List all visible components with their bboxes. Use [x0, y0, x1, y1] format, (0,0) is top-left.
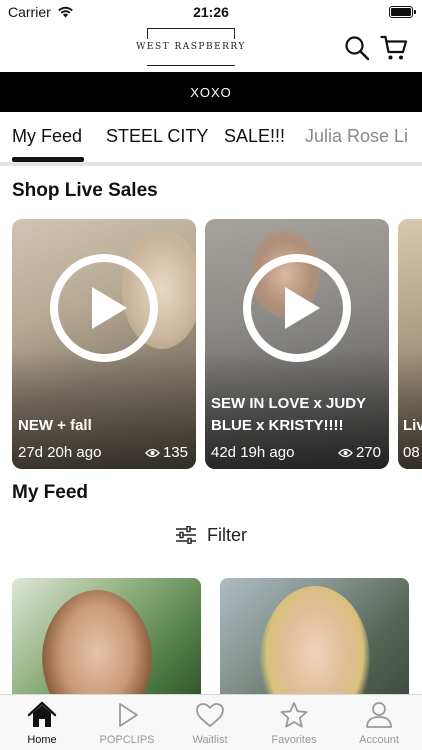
tabbar-account[interactable]: Account	[337, 701, 421, 746]
live-sale-card[interactable]: SEW IN LOVE x JUDY BLUE x KRISTY!!!! 42d…	[205, 219, 389, 469]
eye-icon	[338, 448, 353, 457]
live-sale-title: NEW + fall	[18, 417, 92, 434]
feed-product-card[interactable]	[220, 578, 409, 708]
tabbar-label: Home	[27, 734, 57, 746]
feed-product-card[interactable]	[12, 578, 201, 708]
app-header: WEST RASPBERRY	[0, 26, 422, 72]
tabbar-popclips[interactable]: POPCLIPS	[85, 701, 169, 746]
search-icon[interactable]	[343, 34, 371, 62]
star-icon	[280, 702, 308, 728]
live-sale-card[interactable]: NEW + fall 27d 20h ago 135	[12, 219, 196, 469]
filter-label: Filter	[207, 524, 247, 545]
tabbar-label: Account	[359, 734, 399, 746]
sliders-icon	[176, 526, 196, 544]
live-sale-views: 135	[145, 444, 188, 461]
bottom-tab-bar: Home POPCLIPS Waitlist Favorites Account	[0, 694, 422, 750]
home-icon	[27, 701, 57, 727]
view-count: 135	[162, 444, 188, 461]
section-title-live-sales: Shop Live Sales	[12, 180, 158, 201]
tabbar-favorites[interactable]: Favorites	[252, 701, 336, 746]
eye-icon	[145, 448, 160, 457]
live-sale-title: SEW IN LOVE x JUDY BLUE x KRISTY!!!!	[211, 395, 366, 434]
tab-my-feed[interactable]: My Feed	[12, 126, 82, 147]
live-sale-time: 27d 20h ago	[18, 444, 102, 461]
live-sale-time-text: 08	[403, 444, 420, 461]
tabbar-waitlist[interactable]: Waitlist	[168, 701, 252, 746]
play-icon	[119, 703, 138, 727]
play-icon[interactable]	[49, 253, 159, 363]
tabbar-label: Waitlist	[192, 734, 228, 746]
live-sale-time: 0866	[403, 444, 420, 461]
section-title-my-feed: My Feed	[12, 482, 89, 503]
tab-steel-city[interactable]: STEEL CITY	[106, 126, 208, 147]
view-count: 270	[355, 444, 381, 461]
live-sale-views: 270	[338, 444, 381, 461]
tabbar-label: Favorites	[271, 734, 317, 746]
play-icon[interactable]	[242, 253, 352, 363]
cart-icon[interactable]	[380, 34, 408, 62]
clock: 21:26	[193, 4, 229, 20]
tabbar-label: POPCLIPS	[99, 734, 155, 746]
tab-julia-rose[interactable]: Julia Rose Li	[305, 126, 408, 147]
product-image	[260, 586, 370, 708]
brand-logo[interactable]: WEST RASPBERRY	[136, 28, 244, 66]
live-sale-title: Liv	[403, 417, 422, 434]
heart-icon	[196, 703, 224, 727]
tabbar-home[interactable]: Home	[0, 701, 84, 746]
live-sale-time: 42d 19h ago	[211, 444, 295, 461]
tabs-divider	[0, 162, 422, 166]
filter-button[interactable]: Filter	[175, 522, 247, 548]
product-image	[42, 590, 152, 708]
announcement-bar[interactable]: XOXO	[0, 72, 422, 112]
battery-icon	[389, 6, 416, 18]
tab-sale[interactable]: SALE!!!	[224, 126, 285, 147]
status-bar: Carrier 21:26	[0, 0, 422, 26]
person-icon	[366, 702, 392, 728]
live-sale-card[interactable]: Liv 0866	[398, 219, 422, 469]
brand-logo-text: WEST RASPBERRY	[136, 42, 246, 52]
